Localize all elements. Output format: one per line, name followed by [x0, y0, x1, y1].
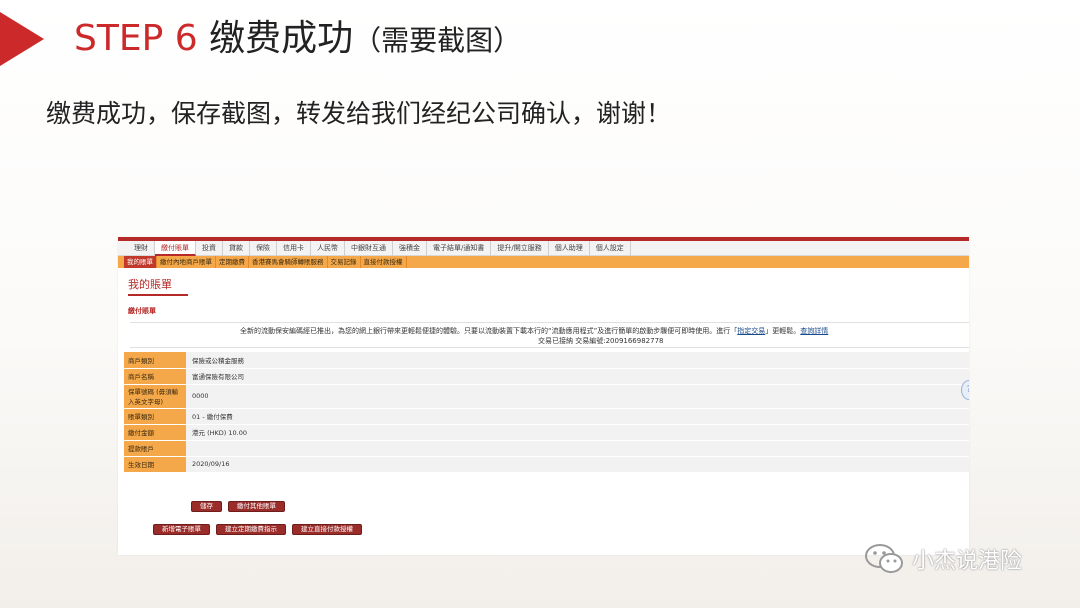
title-text: 缴费成功 — [209, 18, 354, 59]
top-nav-item[interactable]: 提升/開立服務 — [491, 241, 549, 256]
detail-label: 商戶類別 — [124, 352, 186, 369]
transaction-accepted-text: 交易已接納 交易編號:2009166982778 — [538, 337, 664, 345]
top-nav-item[interactable]: 保險 — [250, 241, 277, 256]
detail-label: 提款賬戶 — [124, 440, 186, 457]
top-nav-item[interactable]: 電子結單/通知書 — [427, 241, 492, 256]
detail-value: 01 - 繳付保費 — [186, 408, 969, 425]
designated-transaction-link[interactable]: 指定交易 — [737, 327, 765, 335]
sub-nav-item[interactable]: 繳付內地商戶賬單 — [157, 256, 216, 268]
top-nav-item[interactable]: 投資 — [196, 241, 223, 256]
pay-other-bills-button[interactable]: 繳付其他賬單 — [228, 501, 285, 512]
detail-value — [186, 440, 969, 457]
table-row: 生效日期 2020/09/16 — [124, 456, 969, 473]
sub-nav-item[interactable]: 我的賬單 — [124, 256, 157, 268]
save-button[interactable]: 儲存 — [191, 501, 222, 512]
slide-title: STEP 6 缴费成功（需要截图） — [74, 14, 521, 64]
notice-box: 全新的流動保安編碼經已推出，為您的網上銀行帶來更輕鬆便捷的體驗。只要以流動裝置下… — [130, 322, 969, 348]
section-heading: 繳付賬單 — [128, 307, 156, 315]
detail-label: 繳付金額 — [124, 424, 186, 441]
table-row: 商戶類別 保險或公積金服務 — [124, 352, 969, 369]
page-heading: 我的賬單 — [128, 276, 188, 296]
detail-value: 富通保險有限公司 — [186, 368, 969, 385]
more-details-link[interactable]: 查詢詳情 — [800, 327, 828, 335]
table-row: 商戶名稱 富通保險有限公司 — [124, 368, 969, 385]
step-label: STEP 6 — [74, 18, 198, 59]
bill-details-table: 商戶類別 保險或公積金服務 商戶名稱 富通保險有限公司 保單號碼 (毋須輸入英文字母) 0… — [124, 352, 969, 473]
detail-value: 0000 — [186, 384, 969, 409]
detail-value: 保險或公積金服務 — [186, 352, 969, 369]
top-nav-item[interactable]: 中銀財互通 — [345, 241, 393, 256]
watermark-text: 小杰说港险 — [912, 549, 1023, 574]
detail-label: 賬單類別 — [124, 408, 186, 425]
accent-triangle — [0, 12, 44, 66]
table-row: 保單號碼 (毋須輸入英文字母) 0000 — [124, 384, 969, 409]
notice-text: 全新的流動保安編碼經已推出，為您的網上銀行帶來更輕鬆便捷的體驗。只要以流動裝置下… — [240, 327, 738, 335]
top-nav-item[interactable]: 繳付賬單 — [155, 241, 196, 256]
top-nav: 理財 繳付賬單 投資 貸款 保險 信用卡 人民幣 中銀財互通 強積金 電子結單/通知書 提升/開立服… — [118, 241, 969, 256]
detail-value: 2020/09/16 — [186, 456, 969, 473]
top-nav-item[interactable]: 信用卡 — [277, 241, 311, 256]
top-nav-item[interactable]: 個人設定 — [590, 241, 631, 256]
sub-nav-item[interactable]: 定期繳費 — [216, 256, 249, 268]
notice-line1: 全新的流動保安編碼經已推出，為您的網上銀行帶來更輕鬆便捷的體驗。只要以流動裝置下… — [240, 326, 828, 336]
detail-label: 商戶名稱 — [124, 368, 186, 385]
add-ebill-button[interactable]: 新增電子賬單 — [153, 524, 210, 535]
wechat-icon — [864, 543, 906, 575]
title-note: （需要截图） — [353, 24, 522, 57]
top-nav-item[interactable]: 理財 — [128, 241, 155, 256]
table-row: 繳付金額 港元 (HKD) 10.00 — [124, 424, 969, 441]
detail-label: 保單號碼 (毋須輸入英文字母) — [124, 384, 186, 409]
bank-screenshot: 理財 繳付賬單 投資 貸款 保險 信用卡 人民幣 中銀財互通 強積金 電子結單/通知書 提升/開立服… — [118, 237, 969, 555]
detail-value: 港元 (HKD) 10.00 — [186, 424, 969, 441]
create-direct-debit-button[interactable]: 建立直接付款授權 — [292, 524, 362, 535]
notice-text-mid: 」更輕鬆。 — [765, 327, 801, 335]
button-row-2: 新增電子賬單 建立定期繳費指示 建立直接付款授權 — [153, 524, 362, 535]
table-row: 提款賬戶 — [124, 440, 969, 457]
sub-nav-item[interactable]: 交易記錄 — [328, 256, 361, 268]
detail-label: 生效日期 — [124, 456, 186, 473]
top-nav-item[interactable]: 貸款 — [223, 241, 250, 256]
slide-subtitle: 缴费成功，保存截图，转发给我们经纪公司确认，谢谢！ — [46, 99, 672, 128]
sub-nav: 我的賬單 繳付內地商戶賬單 定期繳費 香港賽馬會騎師轉賬服務 交易記錄 直接付款授權 — [118, 256, 969, 268]
top-nav-item[interactable]: 人民幣 — [311, 241, 345, 256]
watermark: 小杰说港险 — [864, 540, 1022, 578]
sub-nav-item[interactable]: 香港賽馬會騎師轉賬服務 — [249, 256, 328, 268]
create-standing-instruction-button[interactable]: 建立定期繳費指示 — [216, 524, 286, 535]
table-row: 賬單類別 01 - 繳付保費 — [124, 408, 969, 425]
top-nav-item[interactable]: 強積金 — [393, 241, 427, 256]
top-nav-item[interactable]: 個人助理 — [549, 241, 590, 256]
sub-nav-item[interactable]: 直接付款授權 — [361, 256, 407, 268]
button-row-1: 儲存 繳付其他賬單 — [191, 501, 285, 512]
